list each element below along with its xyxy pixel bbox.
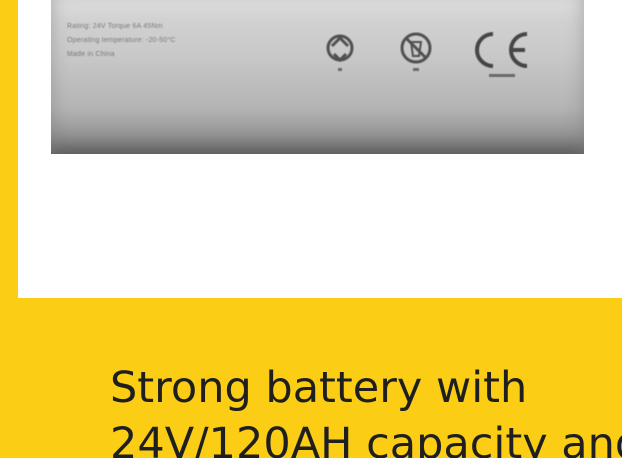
caption-line-2: 24V/120AH capacity and bbox=[110, 419, 622, 458]
battery-label-line: Rating: 24V Torque 6A 45Nm bbox=[67, 23, 163, 30]
battery-label-line: Made in China bbox=[67, 51, 115, 58]
ce-mark-icon bbox=[465, 28, 535, 83]
certification-icons bbox=[320, 28, 540, 88]
product-page: Rating: 24V Torque 6A 45Nm Operating tem… bbox=[0, 0, 622, 458]
recycle-icon bbox=[320, 28, 360, 78]
battery-label-line: Operating temperature: -20-50°C bbox=[67, 37, 176, 44]
weee-icon bbox=[396, 28, 436, 78]
caption-line-1: Strong battery with bbox=[110, 363, 528, 413]
battery-label-text: Rating: 24V Torque 6A 45Nm Operating tem… bbox=[67, 20, 307, 84]
battery-label-photo: Rating: 24V Torque 6A 45Nm Operating tem… bbox=[51, 0, 584, 154]
product-caption: Strong battery with 24V/120AH capacity a… bbox=[110, 360, 622, 458]
